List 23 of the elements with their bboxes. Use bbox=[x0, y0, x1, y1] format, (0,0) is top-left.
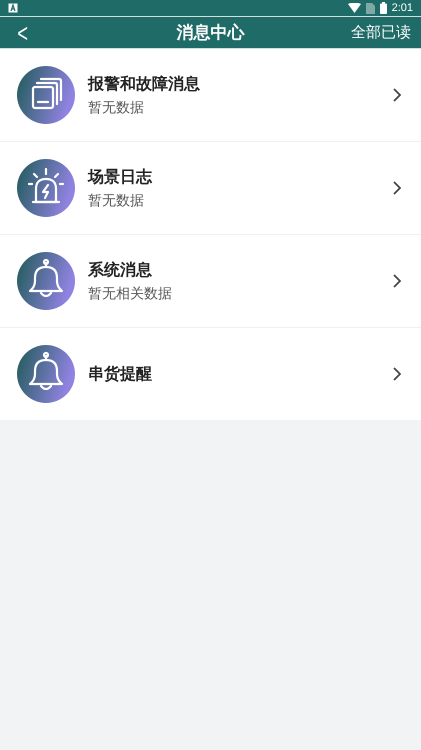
stack-icon bbox=[17, 66, 75, 124]
sim-icon bbox=[366, 2, 375, 14]
notification-icon bbox=[8, 3, 18, 13]
page-title: 消息中心 bbox=[176, 22, 244, 44]
item-title: 系统消息 bbox=[88, 260, 153, 280]
item-title: 报警和故障消息 bbox=[88, 74, 201, 94]
chevron-icon bbox=[393, 88, 401, 102]
item-title: 场景日志 bbox=[88, 166, 154, 188]
clock-time: 2:01 bbox=[392, 2, 413, 14]
bell-icon bbox=[17, 345, 75, 403]
item-subtitle: 暂无数据 bbox=[88, 192, 145, 210]
wifi-icon bbox=[348, 3, 361, 13]
item-subtitle: 暂无数据 bbox=[88, 98, 145, 116]
mark-all-read-button[interactable]: 全部已读 bbox=[341, 23, 421, 42]
item-subtitle: 暂无相关数据 bbox=[88, 284, 173, 302]
back-button[interactable]: < bbox=[6, 18, 35, 46]
item-title: 串货提醒 bbox=[88, 364, 153, 384]
battery-icon bbox=[380, 2, 387, 14]
bell-icon bbox=[17, 252, 75, 310]
chevron-icon bbox=[393, 274, 401, 288]
beacon-icon bbox=[17, 159, 75, 217]
chevron-icon bbox=[393, 367, 401, 381]
chevron-icon bbox=[393, 181, 401, 195]
